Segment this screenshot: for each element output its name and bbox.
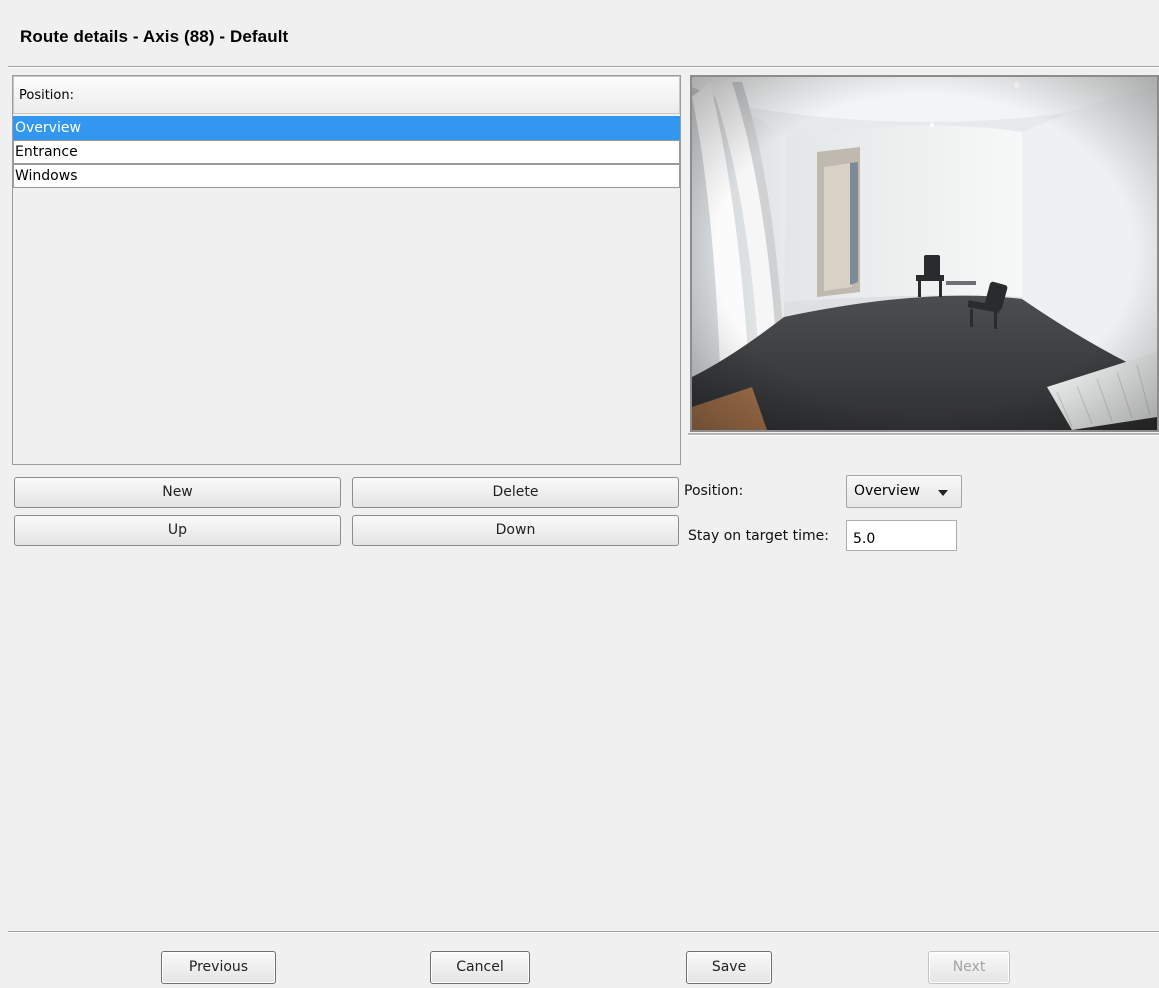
camera-scene [692, 77, 1157, 430]
cancel-button[interactable]: Cancel [430, 951, 530, 984]
new-button[interactable]: New [14, 477, 341, 508]
down-button[interactable]: Down [352, 515, 679, 546]
camera-preview-image [690, 75, 1159, 432]
position-label: Position: [684, 483, 744, 499]
footer-divider [8, 931, 1159, 933]
position-select[interactable]: Overview [846, 475, 962, 508]
previous-button[interactable]: Previous [161, 951, 276, 984]
list-item-overview[interactable]: Overview [13, 116, 680, 140]
dialog-title: Route details - Axis (88) - Default [20, 27, 289, 46]
list-item-entrance[interactable]: Entrance [13, 140, 680, 164]
position-select-value: Overview [854, 483, 920, 499]
title-divider [8, 66, 1159, 68]
position-list[interactable]: Position: Overview Entrance Windows [12, 75, 681, 465]
next-button: Next [928, 951, 1010, 984]
stay-on-target-label: Stay on target time: [688, 528, 829, 544]
list-item-windows[interactable]: Windows [13, 164, 680, 188]
preview-divider [688, 433, 1159, 436]
position-list-header: Position: [13, 76, 680, 114]
stay-on-target-input[interactable] [846, 520, 957, 551]
save-button[interactable]: Save [686, 951, 772, 984]
chevron-down-icon [938, 490, 948, 496]
up-button[interactable]: Up [14, 515, 341, 546]
delete-button[interactable]: Delete [352, 477, 679, 508]
